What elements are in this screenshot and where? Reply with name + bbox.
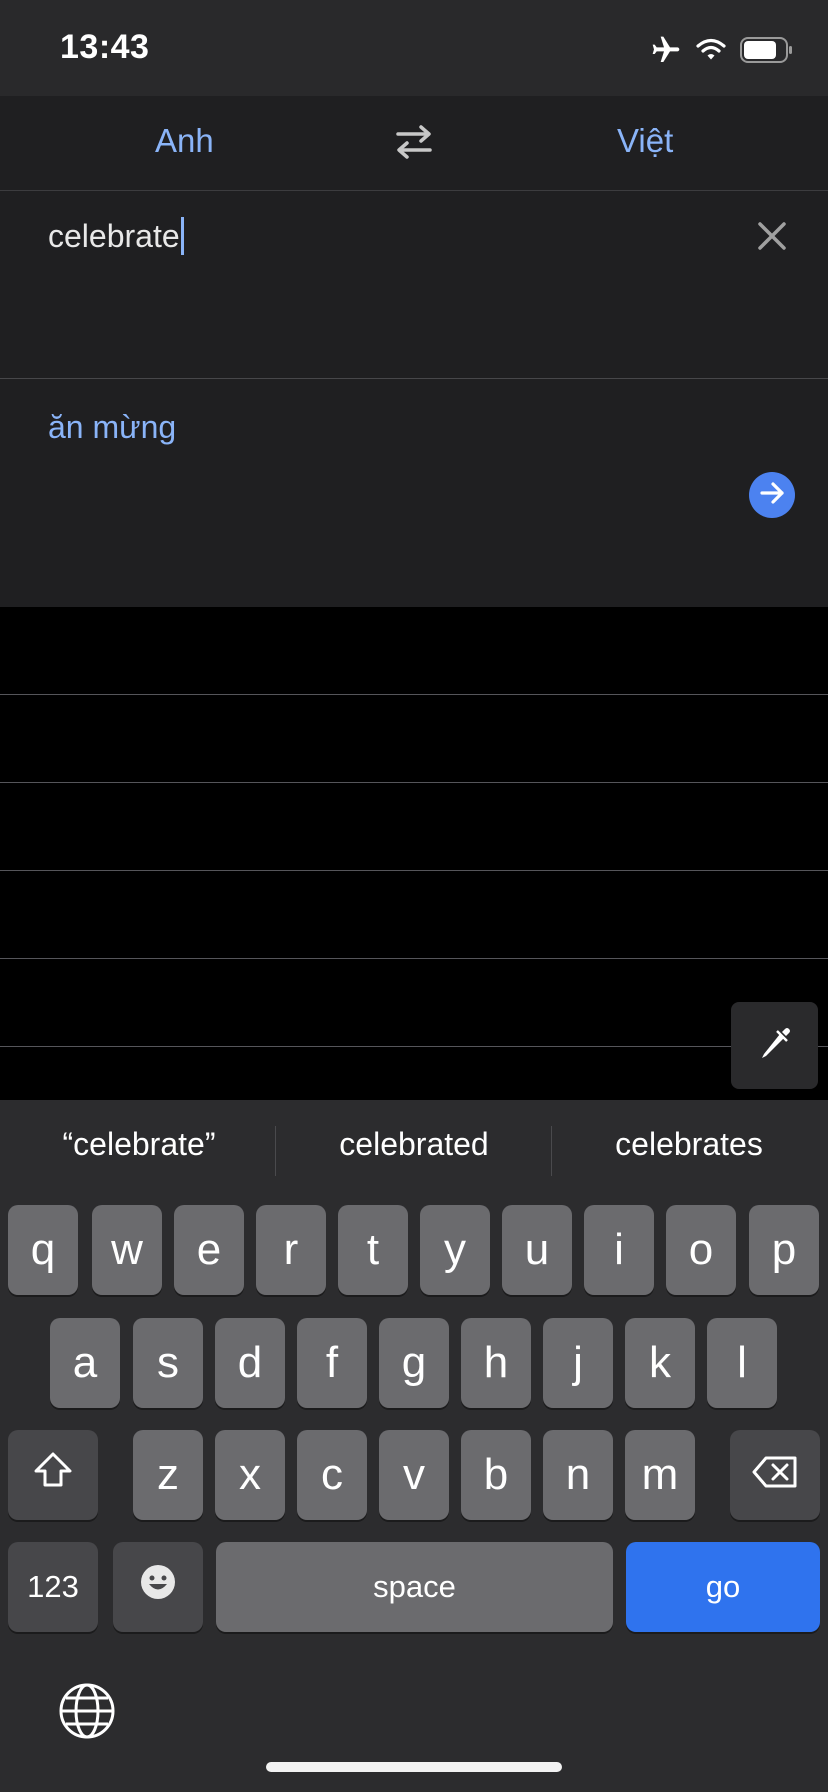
key-f[interactable]: f — [297, 1318, 367, 1408]
key-e[interactable]: e — [174, 1205, 244, 1295]
translation-result-area: ăn mừng — [0, 379, 828, 607]
swap-arrows-icon — [392, 125, 436, 164]
keyboard: “celebrate” celebrated celebrates q w e … — [0, 1100, 828, 1792]
close-icon — [752, 222, 792, 260]
key-u[interactable]: u — [502, 1205, 572, 1295]
key-t[interactable]: t — [338, 1205, 408, 1295]
home-indicator[interactable] — [266, 1762, 562, 1772]
arrow-right-icon — [757, 478, 787, 513]
shift-icon — [32, 1450, 74, 1501]
language-bar: Anh Việt — [0, 96, 828, 191]
key-s[interactable]: s — [133, 1318, 203, 1408]
key-y[interactable]: y — [420, 1205, 490, 1295]
translation-input-area[interactable]: celebrate — [0, 191, 828, 379]
backspace-icon — [751, 1450, 799, 1500]
key-p[interactable]: p — [749, 1205, 819, 1295]
translated-text: ăn mừng — [48, 409, 177, 445]
key-d[interactable]: d — [215, 1318, 285, 1408]
key-z[interactable]: z — [133, 1430, 203, 1520]
source-text-input[interactable]: celebrate — [48, 217, 184, 255]
numbers-key[interactable]: 123 — [8, 1542, 98, 1632]
key-h[interactable]: h — [461, 1318, 531, 1408]
key-b[interactable]: b — [461, 1430, 531, 1520]
key-n[interactable]: n — [543, 1430, 613, 1520]
battery-icon — [740, 37, 794, 68]
airplane-icon — [650, 34, 682, 71]
status-bar: 13:43 — [0, 0, 828, 96]
history-divider — [0, 958, 828, 959]
go-key[interactable]: go — [626, 1542, 820, 1632]
delete-key[interactable] — [730, 1430, 820, 1520]
history-divider — [0, 870, 828, 871]
open-translation-button[interactable] — [749, 472, 795, 518]
handwriting-button[interactable] — [731, 1002, 818, 1089]
suggestion-3[interactable]: celebrates — [564, 1126, 814, 1163]
globe-icon — [58, 1683, 116, 1744]
key-a[interactable]: a — [50, 1318, 120, 1408]
suggestion-divider — [551, 1126, 552, 1176]
space-key[interactable]: space — [216, 1542, 613, 1632]
key-i[interactable]: i — [584, 1205, 654, 1295]
history-divider — [0, 782, 828, 783]
key-w[interactable]: w — [92, 1205, 162, 1295]
key-q[interactable]: q — [8, 1205, 78, 1295]
source-text: celebrate — [48, 218, 180, 254]
key-x[interactable]: x — [215, 1430, 285, 1520]
history-divider — [0, 694, 828, 695]
clear-input-button[interactable] — [752, 216, 792, 256]
key-r[interactable]: r — [256, 1205, 326, 1295]
key-m[interactable]: m — [625, 1430, 695, 1520]
target-language-button[interactable]: Việt — [617, 122, 673, 160]
emoji-icon — [139, 1562, 177, 1612]
globe-button[interactable] — [58, 1682, 116, 1740]
emoji-key[interactable] — [113, 1542, 203, 1632]
key-c[interactable]: c — [297, 1430, 367, 1520]
shift-key[interactable] — [8, 1430, 98, 1520]
suggestion-1[interactable]: “celebrate” — [14, 1126, 264, 1163]
source-language-button[interactable]: Anh — [155, 122, 214, 160]
history-divider — [0, 1046, 828, 1047]
status-time: 13:43 — [60, 28, 150, 66]
key-o[interactable]: o — [666, 1205, 736, 1295]
key-v[interactable]: v — [379, 1430, 449, 1520]
suggestion-divider — [275, 1126, 276, 1176]
wifi-icon — [696, 38, 726, 67]
suggestion-2[interactable]: celebrated — [289, 1126, 539, 1163]
key-j[interactable]: j — [543, 1318, 613, 1408]
key-k[interactable]: k — [625, 1318, 695, 1408]
text-caret — [180, 217, 184, 255]
key-l[interactable]: l — [707, 1318, 777, 1408]
swap-languages-button[interactable] — [392, 124, 436, 165]
key-g[interactable]: g — [379, 1318, 449, 1408]
status-icons — [650, 34, 794, 71]
pen-icon — [754, 1022, 796, 1069]
